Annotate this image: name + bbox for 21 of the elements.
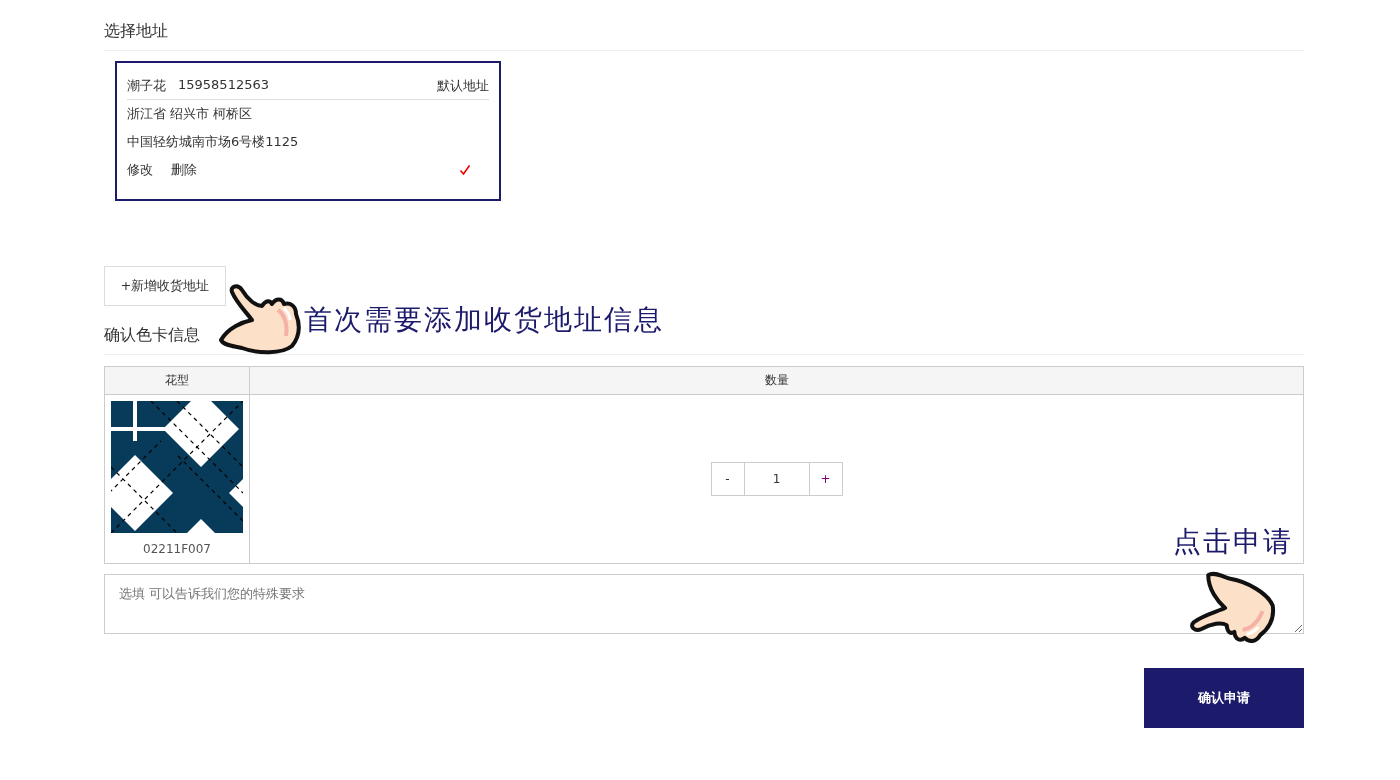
edit-link[interactable]: 修改 [127,156,153,184]
pattern-code: 02211F007 [143,541,211,557]
add-address-button[interactable]: +新增收货地址 [104,266,226,306]
address-region: 浙江省 绍兴市 柯桥区 [127,105,254,123]
hint-text: 点击申请 [1173,524,1293,560]
decrement-button[interactable]: - [710,462,745,496]
column-header: 数量 [250,367,1304,395]
increment-button[interactable]: + [808,462,843,496]
column-header: 花型 [105,367,250,395]
section-title: 选择地址 [104,18,1304,51]
address-card[interactable]: 潮子花 15958512563 默认地址 浙江省 绍兴市 柯桥区 中国轻纺城南市场6号楼1125 修改 删除 [115,61,501,201]
default-address-label: 默认地址 [437,77,489,95]
pointing-hand-icon [218,284,302,356]
phone-number: 15958512563 [178,77,269,94]
quantity-field[interactable]: 1 [744,462,809,496]
submit-button[interactable]: 确认申请 [1144,668,1304,728]
check-icon [459,164,471,176]
note-field[interactable]: 选填 可以告诉我们您的特殊要求 [104,574,1304,634]
recipient-name: 潮子花 [127,77,166,95]
delete-link[interactable]: 删除 [171,156,197,184]
address-street: 中国轻纺城南市场6号楼1125 [127,133,300,151]
